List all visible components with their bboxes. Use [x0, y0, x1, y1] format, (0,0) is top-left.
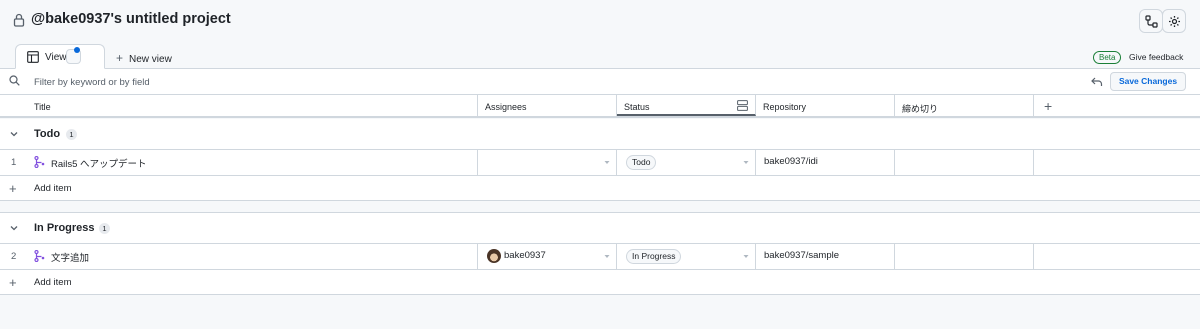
filter-input[interactable]: Filter by keyword or by field — [34, 77, 150, 88]
status-badge: In Progress — [626, 249, 682, 264]
chevron-down-icon — [10, 132, 18, 137]
workflows-button[interactable] — [1139, 9, 1163, 33]
view-tabs: View 1 + New view Beta Give feedback — [0, 44, 1200, 69]
plus-icon: + — [116, 51, 124, 65]
plus-icon: + — [9, 275, 17, 290]
status-cell[interactable]: Todo — [617, 150, 756, 175]
status-badge: Todo — [626, 155, 657, 170]
workflow-icon — [1144, 14, 1158, 28]
repository-name: bake0937/sample — [764, 250, 839, 261]
group-name: Todo — [34, 128, 61, 140]
item-title[interactable]: 文字追加 — [51, 250, 89, 264]
column-status[interactable]: Status — [617, 95, 756, 116]
save-changes-button[interactable]: Save Changes — [1110, 72, 1186, 91]
column-title[interactable]: Title — [0, 95, 478, 116]
add-item-row[interactable]: + Add item — [0, 270, 1200, 295]
assignees-cell[interactable] — [478, 150, 617, 175]
repository-cell[interactable]: bake0937/sample — [756, 244, 895, 269]
group-count: 1 — [99, 223, 110, 234]
table-row[interactable]: 2 文字追加 bake0937 In Progress bake0937/sam… — [0, 244, 1200, 270]
plus-icon: + — [9, 181, 17, 196]
assignee-name: bake0937 — [504, 250, 546, 261]
lock-icon — [13, 13, 25, 27]
add-item-label: Add item — [34, 183, 72, 194]
filter-bar: Filter by keyword or by field Save Chang… — [0, 69, 1200, 95]
column-deadline[interactable]: 締め切り — [895, 95, 1034, 116]
project-header: @bake0937's untitled project — [0, 0, 1200, 44]
column-repository[interactable]: Repository — [756, 95, 895, 116]
project-title: @bake0937's untitled project — [31, 11, 231, 27]
new-view-label: New view — [129, 54, 172, 65]
chevron-down-icon — [604, 161, 610, 164]
group-separator — [0, 202, 1200, 213]
beta-badge: Beta — [1093, 51, 1122, 64]
add-item-row[interactable]: + Add item — [0, 176, 1200, 201]
gear-icon — [1168, 15, 1180, 27]
row-number: 2 — [11, 251, 17, 262]
chevron-down-icon — [743, 255, 749, 258]
add-field-button[interactable]: + — [1044, 98, 1052, 114]
chevron-down-icon — [10, 226, 18, 231]
pull-request-icon — [34, 250, 45, 262]
chevron-down-icon — [743, 161, 749, 164]
column-status-label: Status — [624, 102, 650, 112]
give-feedback-link[interactable]: Give feedback — [1129, 52, 1183, 62]
assignees-cell[interactable]: bake0937 — [478, 244, 617, 269]
group-header-todo[interactable]: Todo 1 — [0, 119, 1200, 150]
status-cell[interactable]: In Progress — [617, 244, 756, 269]
chevron-down-icon — [604, 255, 610, 258]
deadline-cell[interactable] — [895, 244, 1034, 269]
undo-icon[interactable] — [1091, 76, 1103, 88]
table-row[interactable]: 1 Rails5 へアップデート Todo bake0937/idi — [0, 150, 1200, 176]
row-number: 1 — [11, 157, 17, 168]
tab-view-1[interactable]: View 1 — [15, 44, 105, 69]
unsaved-changes-dot — [74, 47, 80, 53]
repository-cell[interactable]: bake0937/idi — [756, 150, 895, 175]
pull-request-icon — [34, 156, 45, 168]
avatar — [487, 249, 501, 263]
column-headers: Title Assignees Status Repository 締め切り + — [0, 95, 1200, 118]
group-header-in-progress[interactable]: In Progress 1 — [0, 213, 1200, 244]
column-assignees[interactable]: Assignees — [478, 95, 617, 116]
settings-button[interactable] — [1162, 9, 1186, 33]
search-icon — [9, 75, 20, 86]
item-title[interactable]: Rails5 へアップデート — [51, 156, 147, 170]
repository-name: bake0937/idi — [764, 156, 818, 167]
group-by-icon — [737, 100, 748, 111]
group-count: 1 — [66, 129, 77, 140]
table-icon — [27, 51, 39, 63]
add-item-label: Add item — [34, 277, 72, 288]
new-view-button[interactable]: + New view — [116, 51, 172, 65]
group-name: In Progress — [34, 222, 95, 234]
deadline-cell[interactable] — [895, 150, 1034, 175]
